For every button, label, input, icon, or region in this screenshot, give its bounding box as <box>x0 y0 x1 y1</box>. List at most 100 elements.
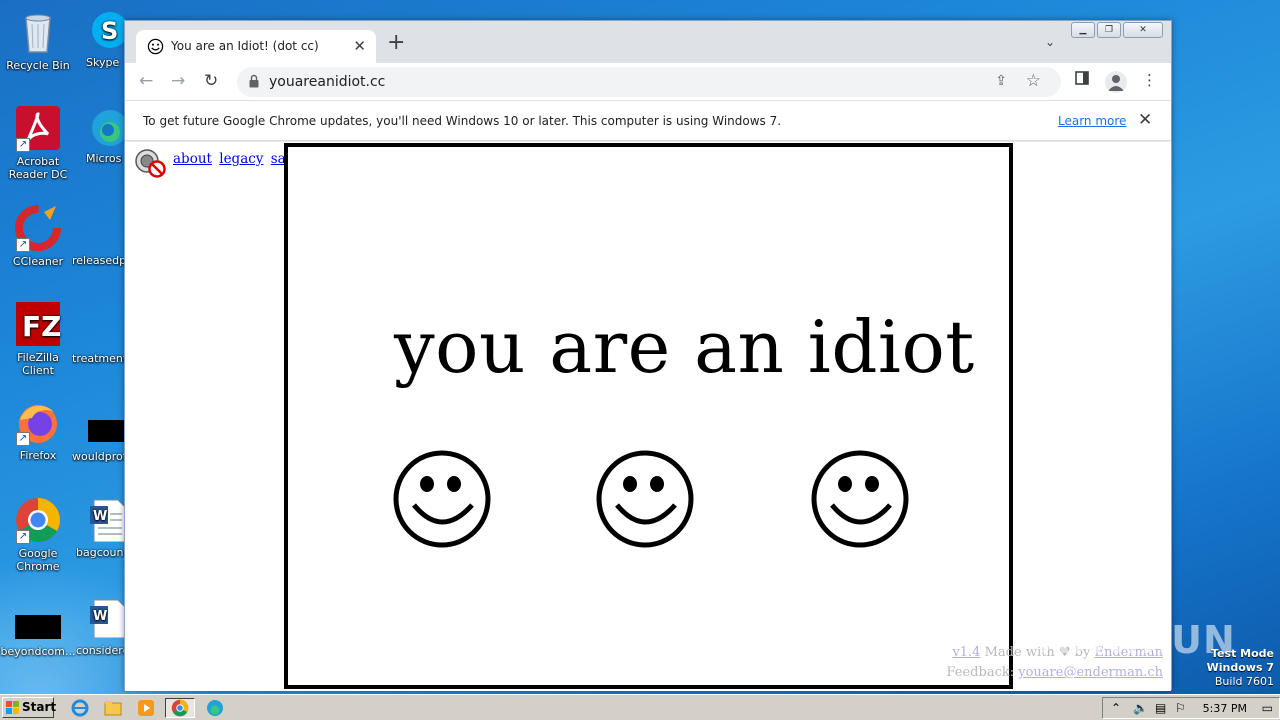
test-mode-notice: Test Mode Windows 7 Build 7601 <box>1207 647 1274 689</box>
word-doc-icon: W <box>88 598 128 639</box>
reload-icon[interactable]: ↻ <box>204 71 218 91</box>
action-center-flag-icon[interactable]: ⚐ <box>1175 701 1186 715</box>
chrome-icon: ↗ <box>14 496 62 544</box>
os-text: Windows 7 <box>1206 661 1274 674</box>
headline-text: you are an idiot <box>394 305 975 389</box>
smiley-face-icon <box>811 450 909 548</box>
browser-window: You are an Idiot! (dot cc) ✕ + ⌄ ▁ ❐ ✕ ←… <box>124 20 1172 691</box>
recycle-bin-icon <box>14 8 62 56</box>
desktop-icon-ccleaner[interactable]: ↗ CCleaner <box>0 204 76 268</box>
smiley-face-icon <box>596 450 694 548</box>
explorer-taskbar-icon[interactable] <box>103 698 125 718</box>
svg-text:W: W <box>93 609 107 624</box>
infobar-close-icon[interactable]: ✕ <box>1138 110 1152 130</box>
desktop-icon-treatment[interactable]: treatment <box>72 352 126 365</box>
desktop-icon-recycle-bin[interactable]: Recycle Bin <box>0 8 76 72</box>
legacy-link[interactable]: legacy <box>219 151 263 167</box>
desktop-icon-wouldprot[interactable]: wouldprot <box>72 420 126 463</box>
desktop-icon-label: beyondcom... <box>0 645 76 658</box>
svg-text:S: S <box>101 17 118 45</box>
word-doc-icon: W <box>88 498 128 543</box>
test-mode-text: Test Mode <box>1211 647 1274 660</box>
muted-speaker-icon[interactable] <box>135 148 167 178</box>
edge-icon <box>86 104 128 152</box>
ie-taskbar-icon[interactable] <box>70 698 92 718</box>
version-link[interactable]: v1.4 <box>952 645 980 660</box>
nav-links: about legacy safe <box>173 151 302 167</box>
close-window-button[interactable]: ✕ <box>1123 22 1163 38</box>
start-label: Start <box>22 700 57 714</box>
shortcut-arrow-icon: ↗ <box>16 238 30 252</box>
build-text: Build 7601 <box>1214 675 1274 688</box>
shortcut-arrow-icon: ↗ <box>16 138 30 152</box>
feedback-email-link[interactable]: youare@enderman.ch <box>1018 665 1163 680</box>
profile-avatar-icon[interactable] <box>1105 71 1127 93</box>
back-arrow-icon[interactable]: ← <box>139 71 153 91</box>
firefox-icon: ↗ <box>14 398 62 446</box>
desktop-icon-label: Microsoft <box>86 152 122 165</box>
desktop-icon-releasedp[interactable]: releasedp <box>72 254 126 267</box>
desktop-icon-label: Firefox <box>19 449 57 462</box>
new-tab-button[interactable]: + <box>387 32 405 54</box>
menu-kebab-icon[interactable]: ⋮ <box>1142 71 1157 89</box>
clock[interactable]: 5:37 PM <box>1203 702 1247 715</box>
maximize-button[interactable]: ❐ <box>1097 22 1121 38</box>
taskbar: Start ⌃ 🔈 ▤ ⚐ 5:37 PM ▭ <box>0 694 1280 720</box>
desktop-icon-acrobat[interactable]: ↗ Acrobat Reader DC <box>0 104 76 181</box>
desktop-icon-considere[interactable]: W considere <box>76 598 128 657</box>
desktop-icon-label: releasedp <box>72 254 124 267</box>
desktop-icon-beyondcom[interactable]: beyondcom... <box>0 615 76 658</box>
tab-you-are-an-idiot[interactable]: You are an Idiot! (dot cc) ✕ <box>136 30 376 63</box>
black-file-icon <box>88 420 124 442</box>
window-controls: ▁ ❐ ✕ <box>1071 22 1163 38</box>
desktop-icon-label: FileZilla Client <box>17 351 59 377</box>
edge-taskbar-icon[interactable] <box>205 698 227 718</box>
lock-icon <box>249 74 259 88</box>
black-file-icon <box>14 615 62 639</box>
shortcut-arrow-icon: ↗ <box>16 432 30 446</box>
desktop-icon-edge[interactable]: Microsoft <box>86 104 128 165</box>
chrome-taskbar-icon[interactable] <box>165 698 195 718</box>
tab-search-chevron-icon[interactable]: ⌄ <box>1045 35 1055 49</box>
footer-feedback: Feedback: youare@enderman.ch <box>946 665 1163 680</box>
desktop-icon-label: treatment <box>72 352 124 365</box>
url-text: youareanidiot.cc <box>269 74 386 90</box>
desktop-icon-filezilla[interactable]: FZ FileZilla Client <box>0 300 76 377</box>
show-desktop-button[interactable]: ▭ <box>1262 701 1273 715</box>
page-content: about legacy safe you are an idiot <box>125 142 1171 691</box>
bookmark-star-icon[interactable]: ☆ <box>1026 71 1041 91</box>
learn-more-link[interactable]: Learn more <box>1058 114 1126 128</box>
media-player-taskbar-icon[interactable] <box>136 698 158 718</box>
side-panel-icon[interactable] <box>1075 71 1089 89</box>
svg-text:W: W <box>93 509 107 524</box>
desktop-icon-chrome[interactable]: ↗ Google Chrome <box>0 496 76 573</box>
smiley-favicon-icon <box>147 38 164 55</box>
tab-close-icon[interactable]: ✕ <box>353 37 366 55</box>
idiot-frame[interactable]: you are an idiot <box>284 143 1013 689</box>
desktop-icon-label: wouldprot <box>72 450 124 463</box>
start-button[interactable]: Start <box>2 697 57 718</box>
desktop-icon-label: bagcound <box>76 546 124 559</box>
network-icon[interactable]: ▤ <box>1155 701 1166 715</box>
acrobat-icon: ↗ <box>14 104 62 152</box>
about-link[interactable]: about <box>173 151 212 167</box>
ccleaner-icon: ↗ <box>14 204 62 252</box>
show-hidden-icons-chevron-icon[interactable]: ⌃ <box>1111 701 1121 715</box>
minimize-button[interactable]: ▁ <box>1071 22 1095 38</box>
update-infobar: To get future Google Chrome updates, you… <box>125 101 1171 141</box>
desktop-icon-label: CCleaner <box>12 255 64 268</box>
desktop-icon-label: Skype <box>86 56 120 69</box>
volume-icon[interactable]: 🔈 <box>1133 701 1148 715</box>
skype-icon: S <box>86 8 128 56</box>
system-tray: ⌃ 🔈 ▤ ⚐ 5:37 PM ▭ <box>1102 697 1280 719</box>
feedback-label: Feedback: <box>946 665 1015 680</box>
address-bar[interactable]: youareanidiot.cc ⇪ ☆ <box>237 67 1061 97</box>
desktop-icon-firefox[interactable]: ↗ Firefox <box>0 398 76 462</box>
desktop-icon-label: Google Chrome <box>16 547 60 573</box>
desktop-icon-skype[interactable]: S Skype <box>86 8 128 69</box>
desktop-icon-label: Recycle Bin <box>6 59 70 72</box>
desktop-icon-bagcound[interactable]: W bagcound <box>76 498 128 559</box>
share-icon[interactable]: ⇪ <box>995 73 1007 89</box>
tab-strip: You are an Idiot! (dot cc) ✕ + ⌄ ▁ ❐ ✕ <box>125 21 1171 63</box>
forward-arrow-icon[interactable]: → <box>171 71 185 91</box>
